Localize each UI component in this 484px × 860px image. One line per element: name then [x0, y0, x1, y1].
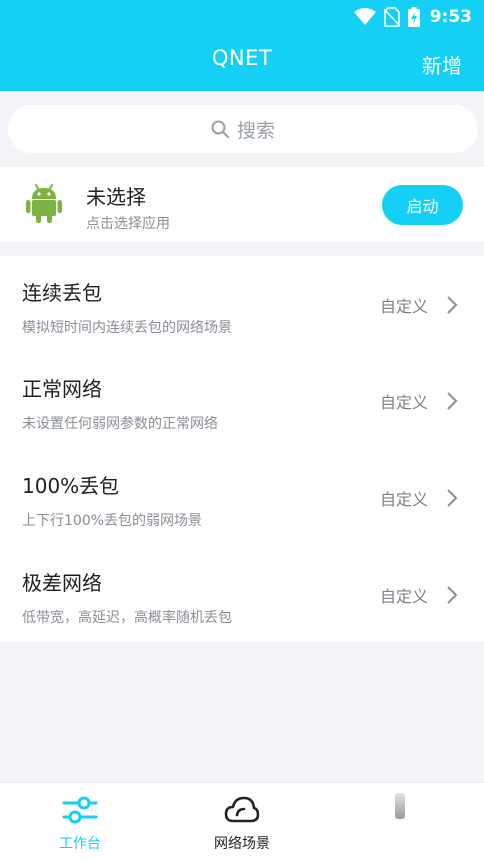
search-icon	[211, 120, 229, 138]
scene-description: 模拟短时间内连续丢包的网络场景	[22, 320, 232, 336]
scene-description: 上下行100%丢包的弱网场景	[22, 513, 203, 529]
tab-label: 工作台	[59, 836, 101, 852]
search-input[interactable]: 搜索	[8, 105, 478, 153]
chevron-right-icon	[447, 489, 458, 507]
start-button[interactable]: 启动	[382, 185, 463, 225]
page-title: QNET	[211, 46, 273, 70]
list-item[interactable]: 极差网络 低带宽，高延迟，高概率随机丢包 自定义	[0, 546, 484, 642]
scene-title: 极差网络	[22, 571, 102, 595]
sliders-icon	[62, 796, 98, 824]
add-button[interactable]: 新增	[422, 50, 462, 79]
no-sim-icon	[383, 7, 400, 27]
scene-title: 100%丢包	[22, 474, 120, 498]
chevron-right-icon	[447, 392, 458, 410]
status-time: 9:53	[429, 7, 472, 27]
app-header: 9:53 QNET 新增	[0, 0, 484, 91]
scene-description: 未设置任何弱网参数的正常网络	[22, 416, 218, 432]
customize-link[interactable]: 自定义	[380, 583, 428, 607]
tab-label: 网络场景	[214, 836, 270, 852]
scene-description: 低带宽，高延迟，高概率随机丢包	[22, 610, 232, 626]
scene-title: 正常网络	[22, 377, 102, 401]
app-subtitle: 点击选择应用	[86, 216, 170, 232]
android-icon	[26, 184, 62, 223]
tab-workbench[interactable]: 工作台	[10, 783, 150, 860]
cloud-icon	[224, 796, 260, 823]
customize-link[interactable]: 自定义	[380, 389, 428, 413]
list-item[interactable]: 连续丢包 模拟短时间内连续丢包的网络场景 自定义	[0, 256, 484, 352]
customize-link[interactable]: 自定义	[380, 486, 428, 510]
battery-charging-icon	[407, 7, 420, 27]
app-title: 未选择	[86, 185, 146, 209]
status-icons: 9:53	[353, 6, 472, 28]
tab-network-scenes[interactable]: 网络场景	[172, 783, 312, 860]
wifi-icon	[353, 8, 376, 25]
scene-title: 连续丢包	[22, 281, 102, 305]
loading-indicator	[395, 793, 405, 819]
status-bar: 9:53	[0, 0, 484, 34]
search-area: 搜索	[0, 91, 484, 166]
search-placeholder: 搜索	[236, 119, 275, 142]
customize-link[interactable]: 自定义	[380, 293, 428, 317]
list-item[interactable]: 正常网络 未设置任何弱网参数的正常网络 自定义	[0, 352, 484, 448]
bottom-tab-bar: 工作台 网络场景	[0, 782, 484, 860]
chevron-right-icon	[447, 296, 458, 314]
scene-list: 连续丢包 模拟短时间内连续丢包的网络场景 自定义 正常网络 未设置任何弱网参数的…	[0, 256, 484, 642]
chevron-right-icon	[447, 586, 458, 604]
list-item[interactable]: 100%丢包 上下行100%丢包的弱网场景 自定义	[0, 449, 484, 545]
